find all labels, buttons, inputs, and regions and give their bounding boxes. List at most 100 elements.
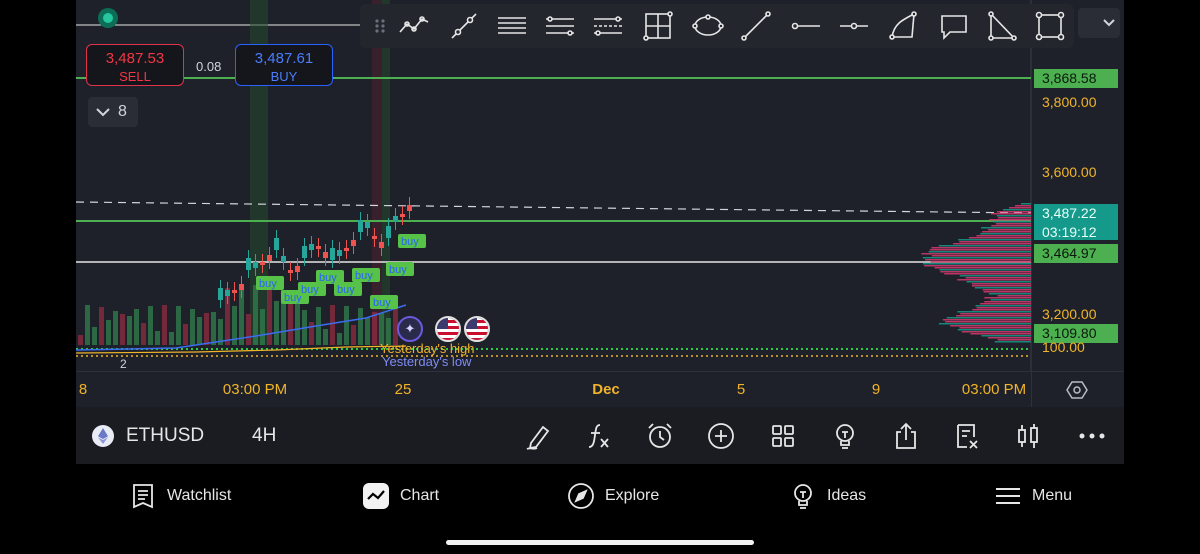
alarm-icon[interactable]: [645, 421, 675, 451]
comment-icon[interactable]: [938, 10, 970, 42]
chart-icon: [362, 482, 390, 510]
collapse-indicators-button[interactable]: 8: [88, 97, 138, 127]
triangle-icon[interactable]: [986, 10, 1018, 42]
parallel-channel-icon[interactable]: [496, 10, 528, 42]
settings-hex-icon[interactable]: [1066, 379, 1088, 401]
volume-profile-bar: [997, 211, 1031, 213]
time-axis[interactable]: 8 03:00 PM 25 Dec 5 9 03:00 PM: [76, 371, 1124, 408]
sparkle-event-icon[interactable]: ✦: [397, 316, 423, 342]
volume-profile-bar: [984, 301, 1031, 303]
candle-body: [372, 236, 377, 239]
clear-drawings-icon[interactable]: [952, 421, 982, 451]
share-icon[interactable]: [891, 421, 921, 451]
time-tick: 03:00 PM: [223, 381, 287, 398]
volume-profile-bar: [998, 217, 1031, 219]
volume-profile-bar: [931, 247, 1031, 249]
volume-profile-bar: [960, 313, 1031, 315]
current-price: 3,487.22: [1042, 204, 1118, 223]
volume-profile-bar: [957, 279, 1031, 281]
candle-body: [274, 238, 279, 250]
us-flag-event-icon[interactable]: [464, 316, 490, 342]
nav-menu-label: Menu: [1032, 487, 1072, 505]
us-flag-event-icon[interactable]: [435, 316, 461, 342]
volume-bar: [99, 307, 104, 345]
fib-retracement-icon[interactable]: [544, 10, 576, 42]
sell-button[interactable]: 3,487.53 SELL: [86, 44, 184, 86]
volume-profile-bar: [972, 285, 1031, 287]
volume-profile-bar: [931, 261, 1031, 263]
fib-extension-icon[interactable]: [592, 10, 624, 42]
volume-profile-bar: [1003, 209, 1031, 211]
ellipse-icon[interactable]: [692, 10, 724, 42]
volume-profile-bar: [972, 283, 1031, 285]
dropdown-toggle[interactable]: [1078, 8, 1120, 38]
buy-signal-text: buy: [389, 264, 407, 276]
candle-body: [232, 290, 237, 293]
volume-profile-bar: [983, 289, 1031, 291]
buy-button[interactable]: 3,487.61 BUY: [235, 44, 333, 86]
chart-canvas[interactable]: buybuybuybuybuybuybuybuybuy: [76, 0, 1124, 407]
volume-profile-bar: [998, 295, 1031, 297]
candle-body: [379, 242, 384, 248]
chart-area[interactable]: buy buy buy buy buy buy buy buy buy 3,487.53 SEL…: [76, 0, 1124, 407]
candle-countdown: 03:19:12: [1042, 223, 1118, 242]
volume-profile-bar: [972, 309, 1031, 311]
nav-explore[interactable]: Explore: [567, 480, 659, 512]
price-tag-top: 3,868.58: [1034, 69, 1118, 88]
candle-type-icon[interactable]: [1013, 421, 1043, 451]
add-circle-icon[interactable]: [706, 421, 736, 451]
trend-line-icon[interactable]: [398, 10, 430, 42]
ray-icon[interactable]: [448, 10, 480, 42]
session-highlight: [372, 0, 382, 345]
volume-bar: [190, 309, 195, 345]
volume-profile-bar: [988, 337, 1031, 339]
candle-body: [218, 288, 223, 300]
nav-ideas[interactable]: Ideas: [789, 480, 866, 512]
price-tick: 3,200.00: [1034, 305, 1118, 324]
grid-layout-icon[interactable]: [768, 421, 798, 451]
buy-price: 3,487.61: [236, 50, 332, 67]
volume-bar: [78, 335, 83, 345]
horizontal-line-icon[interactable]: [838, 10, 870, 42]
volume-profile-bar: [929, 251, 1031, 253]
ethereum-logo-icon: [92, 425, 114, 447]
volume-profile-bar: [981, 227, 1031, 229]
candle-body: [358, 220, 363, 232]
candle-body: [260, 262, 265, 265]
volume-bar: [127, 316, 132, 345]
time-tick: Dec: [592, 381, 620, 398]
candle-body: [253, 262, 258, 268]
line-segment-icon[interactable]: [740, 10, 772, 42]
volume-bar: [204, 313, 209, 345]
indicators-fx-icon[interactable]: [584, 421, 614, 451]
status-dot-icon: [98, 8, 118, 28]
brush-curve-icon[interactable]: [888, 10, 920, 42]
horizontal-ray-icon[interactable]: [790, 10, 822, 42]
volume-profile-bar: [962, 331, 1031, 333]
volume-bar: [337, 333, 342, 345]
buy-signal-text: buy: [337, 284, 355, 296]
current-price-tag: 3,487.22 03:19:12: [1034, 204, 1118, 240]
nav-menu[interactable]: Menu: [994, 480, 1072, 512]
more-icon[interactable]: [1077, 421, 1107, 451]
nav-explore-label: Explore: [605, 487, 659, 505]
candle-body: [316, 246, 321, 249]
volume-bar: [141, 323, 146, 345]
nav-chart[interactable]: Chart: [362, 480, 439, 512]
candle-body: [351, 240, 356, 246]
nav-watchlist[interactable]: Watchlist: [129, 480, 231, 512]
lightbulb-icon[interactable]: [830, 421, 860, 451]
interval-button[interactable]: 4H: [252, 425, 276, 447]
hamburger-menu-icon: [994, 482, 1022, 510]
volume-profile-bar: [960, 275, 1031, 277]
grip-icon[interactable]: [364, 10, 384, 42]
candle-body: [309, 244, 314, 250]
candle-body: [344, 248, 349, 251]
rectangle-icon[interactable]: [1034, 10, 1066, 42]
symbol-name[interactable]: ETHUSD: [126, 425, 204, 447]
volume-bar: [211, 312, 216, 345]
crosshair-box-icon[interactable]: [642, 10, 674, 42]
volume-profile-bar: [976, 235, 1031, 237]
volume-bar: [113, 311, 118, 345]
pen-icon[interactable]: [523, 421, 553, 451]
